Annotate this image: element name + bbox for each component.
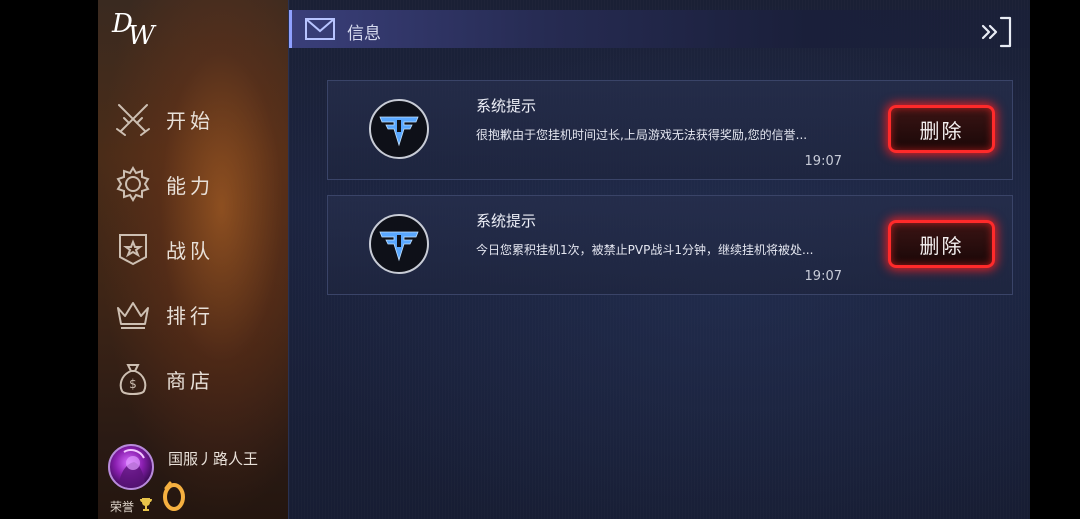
crown-icon — [117, 302, 149, 329]
message-time: 19:07 — [804, 154, 842, 169]
game-emblem-icon — [369, 99, 429, 159]
message-body: 今日您累积挂机1次，被禁止PVP战斗1分钟，继续挂机将被处... — [476, 243, 814, 257]
mail-icon — [305, 18, 335, 40]
sidebar-item-label: 战队 — [166, 238, 214, 263]
exit-icon[interactable] — [979, 14, 1015, 50]
trophy-icon — [140, 498, 152, 511]
crossed-swords-icon — [116, 104, 150, 136]
delete-button[interactable]: 删除 — [888, 105, 995, 153]
message-title: 系统提示 — [476, 97, 537, 115]
message-title: 系统提示 — [476, 212, 537, 230]
avatar[interactable] — [108, 444, 154, 490]
sidebar: D W 开始 能力 战队 排行 $ 商店 国服丿路人王 荣誉 — [98, 0, 288, 519]
sidebar-item-label: 商店 — [166, 368, 214, 393]
game-screen: D W 开始 能力 战队 排行 $ 商店 国服丿路人王 荣誉 信息 系统提示 很… — [98, 0, 1030, 519]
message-time: 19:07 — [804, 269, 842, 284]
message-panel: 信息 系统提示 很抱歉由于您挂机时间过长,上局游戏无法获得奖励,您的信誉... — [288, 0, 1030, 519]
money-bag-icon: $ — [119, 364, 147, 395]
player-profile[interactable]: 国服丿路人王 荣誉 — [98, 440, 288, 519]
message-body: 很抱歉由于您挂机时间过长,上局游戏无法获得奖励,您的信誉... — [476, 128, 808, 142]
player-name: 国服丿路人王 — [168, 450, 259, 468]
svg-text:W: W — [128, 21, 157, 48]
sidebar-item-label: 开始 — [166, 108, 214, 133]
sidebar-item-label: 能力 — [166, 173, 214, 198]
sidebar-item-label: 排行 — [166, 303, 214, 328]
header-accent — [289, 10, 292, 48]
gear-icon — [116, 166, 150, 202]
shield-star-icon — [119, 234, 147, 266]
header-bar — [289, 10, 1030, 48]
svg-text:$: $ — [129, 377, 137, 391]
sidebar-item-start[interactable]: 开始 — [98, 95, 288, 143]
dw-logo: D W — [111, 9, 157, 48]
page-title: 信息 — [347, 24, 381, 44]
rank-ring-icon — [163, 481, 185, 511]
message-item[interactable]: 系统提示 今日您累积挂机1次，被禁止PVP战斗1分钟，继续挂机将被处... 19… — [327, 195, 1013, 295]
sidebar-item-shop[interactable]: $ 商店 — [98, 355, 288, 403]
delete-button[interactable]: 删除 — [888, 220, 995, 268]
sidebar-item-ability[interactable]: 能力 — [98, 160, 288, 208]
message-item[interactable]: 系统提示 很抱歉由于您挂机时间过长,上局游戏无法获得奖励,您的信誉... 19:… — [327, 80, 1013, 180]
game-emblem-icon — [369, 214, 429, 274]
sidebar-item-team[interactable]: 战队 — [98, 225, 288, 273]
honor-label: 荣誉 — [110, 500, 135, 514]
sidebar-item-ranking[interactable]: 排行 — [98, 290, 288, 338]
